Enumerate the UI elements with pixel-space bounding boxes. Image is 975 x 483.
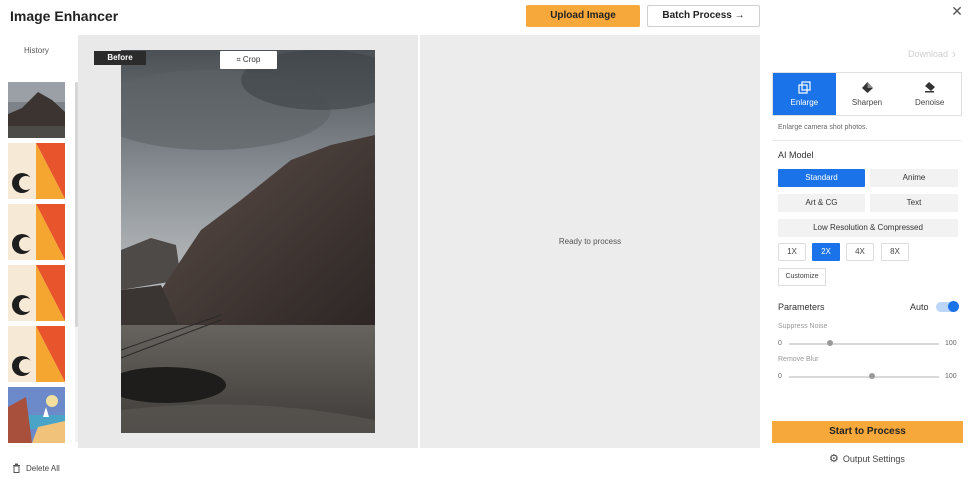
denoise-icon — [925, 82, 936, 93]
history-thumb-shapes-1[interactable] — [8, 143, 65, 199]
scale-8x-button[interactable]: 8X — [881, 243, 909, 261]
suppress-noise-track[interactable] — [789, 343, 939, 345]
sharpen-icon — [861, 82, 873, 93]
tab-sharpen-label: Sharpen — [851, 98, 883, 107]
suppress-noise-min: 0 — [778, 340, 782, 347]
history-thumb-shapes-3[interactable] — [8, 265, 65, 321]
model-lowres-button[interactable]: Low Resolution & Compressed — [778, 219, 958, 237]
history-label: History — [24, 46, 49, 55]
scale-2x-button[interactable]: 2X — [812, 243, 840, 261]
remove-blur-label: Remove Blur — [778, 356, 819, 363]
remove-blur-max: 100 — [945, 373, 957, 380]
panel-divider — [772, 140, 962, 141]
tab-enlarge[interactable]: Enlarge — [773, 73, 836, 115]
scale-4x-button[interactable]: 4X — [846, 243, 874, 261]
download-label: Download — [908, 49, 949, 59]
model-art-cg-button[interactable]: Art & CG — [778, 194, 865, 212]
remove-blur-min: 0 — [778, 373, 782, 380]
crop-button[interactable]: ⌗ Crop — [220, 51, 277, 69]
tab-sharpen[interactable]: Sharpen — [836, 73, 899, 115]
batch-process-button[interactable]: Batch Process → — [647, 5, 760, 27]
ready-status: Ready to process — [558, 237, 622, 246]
output-settings-button[interactable]: ⚙ Output Settings — [829, 453, 905, 465]
crop-label: Crop — [242, 55, 261, 64]
delete-all-button[interactable]: Delete All — [12, 463, 60, 473]
mode-tabs: Enlarge Sharpen Denoise — [772, 72, 962, 116]
tab-enlarge-label: Enlarge — [790, 98, 819, 107]
suppress-noise-handle[interactable] — [826, 340, 833, 346]
history-thumb-shapes-2[interactable] — [8, 204, 65, 260]
remove-blur-track[interactable] — [789, 376, 939, 378]
ai-model-label: AI Model — [778, 150, 814, 160]
model-anime-button[interactable]: Anime — [870, 169, 958, 187]
download-button[interactable]: Download › — [908, 47, 956, 61]
model-text-button[interactable]: Text — [870, 194, 958, 212]
history-thumb-shapes-4[interactable] — [8, 326, 65, 382]
source-photo — [121, 50, 375, 433]
history-thumb-mountain[interactable] — [8, 82, 65, 138]
tab-denoise-label: Denoise — [915, 98, 945, 107]
chevron-right-icon: › — [952, 47, 957, 61]
close-icon[interactable]: ✕ — [950, 4, 964, 18]
suppress-noise-label: Suppress Noise — [778, 323, 828, 330]
upload-image-button[interactable]: Upload Image — [526, 5, 640, 27]
scale-1x-button[interactable]: 1X — [778, 243, 806, 261]
delete-all-label: Delete All — [26, 463, 60, 473]
output-settings-label: Output Settings — [842, 454, 905, 464]
history-thumb-beach[interactable] — [8, 387, 65, 443]
history-list — [8, 82, 66, 443]
suppress-noise-max: 100 — [945, 340, 957, 347]
customize-button[interactable]: Customize — [778, 268, 826, 286]
start-process-button[interactable]: Start to Process — [772, 421, 963, 443]
tab-denoise[interactable]: Denoise — [898, 73, 961, 115]
mode-description: Enlarge camera shot photos. — [778, 124, 868, 131]
gear-icon: ⚙ — [829, 453, 839, 465]
trash-icon — [13, 463, 20, 473]
remove-blur-handle[interactable] — [868, 373, 875, 379]
before-label: Before — [94, 51, 146, 65]
auto-label: Auto — [910, 302, 929, 312]
enlarge-icon — [798, 81, 811, 94]
auto-toggle-knob[interactable] — [948, 301, 959, 312]
parameters-label: Parameters — [778, 302, 825, 312]
crop-icon: ⌗ — [236, 57, 241, 64]
model-standard-button[interactable]: Standard — [778, 169, 865, 187]
app-title: Image Enhancer — [10, 8, 119, 24]
